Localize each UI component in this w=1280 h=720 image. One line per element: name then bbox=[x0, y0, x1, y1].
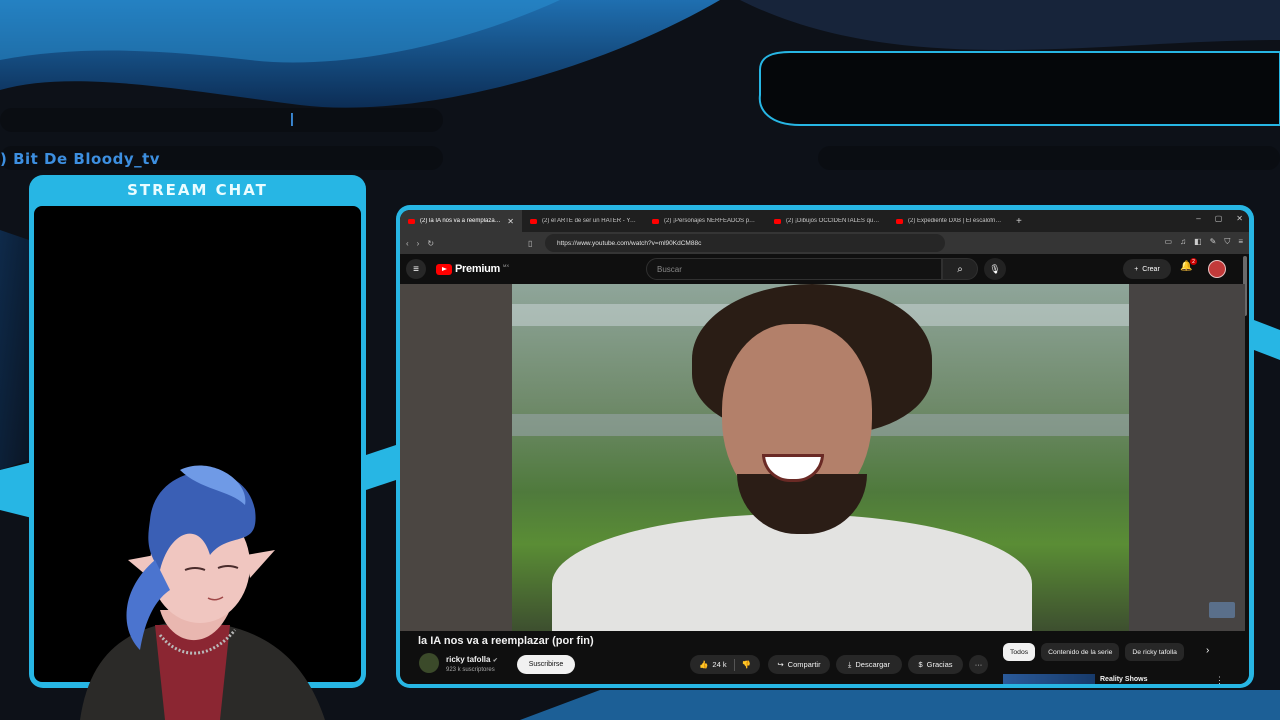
video-title: la IA nos va a reemplazar (por fin) bbox=[418, 635, 594, 647]
tab-label: (2) Expediente DXB | El escalofriante… bbox=[908, 218, 1002, 224]
sidebar-icon[interactable]: ◧ bbox=[1194, 237, 1202, 247]
url-field[interactable]: https://www.youtube.com/watch?v=ml90KdCM… bbox=[545, 234, 945, 252]
screen-capture-frame: (2) la IA nos va a reemplazar (… ✕ (2) e… bbox=[396, 205, 1254, 688]
browser-tab[interactable]: (2) Expediente DXB | El escalofriante… bbox=[888, 210, 1010, 232]
menu-icon[interactable]: ≡ bbox=[1238, 237, 1243, 247]
like-count[interactable]: 24 k bbox=[712, 660, 726, 669]
divider bbox=[733, 658, 735, 671]
search-input[interactable]: Buscar bbox=[646, 258, 942, 280]
like-icon[interactable]: 👍 bbox=[699, 660, 708, 669]
share-label: Compartir bbox=[787, 660, 821, 669]
channel-avatar[interactable] bbox=[419, 653, 439, 673]
create-label: Crear bbox=[1142, 265, 1160, 273]
tab-label: (2) ¡Dibujos OCCIDENTALES que se c… bbox=[786, 218, 880, 224]
extension-icons: ▭ ♫ ◧ ✎ ⛉ ≡ bbox=[1165, 237, 1244, 247]
download-label: Descargar bbox=[855, 660, 890, 669]
stream-overlay: | ) Bit De Bloody_tv STREAM CHAT (2) la … bbox=[0, 0, 1280, 720]
like-dislike-group: 👍 24 k 👎 bbox=[690, 655, 760, 674]
youtube-premium-logo[interactable]: Premium MX bbox=[436, 263, 509, 275]
download-button[interactable]: ⤓ Descargar bbox=[836, 655, 902, 674]
user-avatar[interactable] bbox=[1208, 260, 1226, 278]
tab-label: (2) el ARTE de ser un HATER - YouTube bbox=[542, 218, 636, 224]
guide-menu-icon[interactable]: ≡ bbox=[406, 259, 426, 279]
logo-text: Premium bbox=[455, 263, 500, 275]
stream-chat-title: STREAM CHAT bbox=[127, 181, 268, 199]
download-icon: ⤓ bbox=[848, 659, 852, 669]
youtube-favicon-icon bbox=[774, 218, 781, 224]
video-player[interactable] bbox=[400, 284, 1245, 631]
plus-icon: + bbox=[1134, 265, 1139, 273]
browser-window: (2) la IA nos va a reemplazar (… ✕ (2) e… bbox=[400, 210, 1249, 684]
chip-series-content[interactable]: Contenido de la serie bbox=[1041, 643, 1120, 661]
create-button[interactable]: + Crear bbox=[1123, 259, 1171, 279]
channel-name[interactable]: ricky tafolla ✔ bbox=[446, 655, 498, 664]
minimize-icon[interactable]: – bbox=[1196, 214, 1200, 223]
bookmark-icon[interactable]: ▯ bbox=[528, 239, 532, 248]
new-tab-button[interactable]: + bbox=[1010, 216, 1028, 227]
browser-tab[interactable]: (2) ¡Personajes NERFEADOS por "el b… bbox=[644, 210, 766, 232]
channel-watermark[interactable] bbox=[1209, 602, 1235, 618]
youtube-header: ≡ Premium MX Buscar ⌕ 🎙 + Crear 🔔 2 bbox=[400, 254, 1249, 284]
extensions-icon[interactable]: ✎ bbox=[1210, 237, 1217, 247]
share-button[interactable]: ↪ Compartir bbox=[768, 655, 830, 674]
top-bar-marker: | bbox=[290, 110, 294, 126]
player-pillarbox-right bbox=[1129, 284, 1245, 631]
maximize-icon[interactable]: ▢ bbox=[1215, 214, 1223, 223]
address-toolbar: ‹ › ↻ ▯ https://www.youtube.com/watch?v=… bbox=[400, 232, 1249, 254]
notification-badge: 2 bbox=[1190, 258, 1197, 265]
player-pillarbox-left bbox=[400, 284, 512, 631]
shield-icon[interactable]: ⛉ bbox=[1224, 237, 1230, 247]
share-icon: ↪ bbox=[777, 660, 784, 669]
browser-tab[interactable]: (2) el ARTE de ser un HATER - YouTube bbox=[522, 210, 644, 232]
music-icon[interactable]: ♫ bbox=[1180, 237, 1186, 247]
right-bar bbox=[818, 146, 1280, 170]
more-vert-icon[interactable]: ⋮ bbox=[1215, 675, 1224, 684]
thanks-button[interactable]: $ Gracias bbox=[908, 655, 963, 674]
youtube-favicon-icon bbox=[408, 218, 415, 224]
forward-icon[interactable]: › bbox=[417, 239, 420, 248]
search-icon[interactable]: ⌕ bbox=[942, 258, 978, 280]
recommended-thumbnail[interactable] bbox=[1003, 674, 1095, 684]
video-details: la IA nos va a reemplazar (por fin) rick… bbox=[400, 631, 1249, 684]
tab-label: (2) ¡Personajes NERFEADOS por "el b… bbox=[664, 218, 758, 224]
youtube-favicon-icon bbox=[896, 218, 903, 224]
screenshot-icon[interactable]: ▭ bbox=[1165, 237, 1173, 247]
region-label: MX bbox=[502, 262, 509, 268]
thanks-icon: $ bbox=[918, 660, 923, 669]
recommendation-chips: Todos Contenido de la serie De ricky taf… bbox=[1003, 643, 1184, 661]
chip-from-channel[interactable]: De ricky tafolla bbox=[1125, 643, 1184, 661]
tab-label: (2) la IA nos va a reemplazar (… bbox=[420, 218, 503, 224]
youtube-favicon-icon bbox=[530, 218, 537, 224]
browser-tab[interactable]: (2) ¡Dibujos OCCIDENTALES que se c… bbox=[766, 210, 888, 232]
close-window-icon[interactable]: ✕ bbox=[1236, 214, 1243, 223]
dislike-icon[interactable]: 👎 bbox=[742, 660, 751, 669]
close-tab-icon[interactable]: ✕ bbox=[507, 217, 514, 226]
vtuber-avatar bbox=[80, 465, 325, 720]
youtube-favicon-icon bbox=[652, 218, 659, 224]
browser-tab[interactable]: (2) la IA nos va a reemplazar (… ✕ bbox=[400, 210, 522, 232]
window-controls: – ▢ ✕ bbox=[1196, 214, 1243, 223]
chip-todos[interactable]: Todos bbox=[1003, 643, 1036, 661]
channel-name-text: ricky tafolla bbox=[446, 655, 491, 664]
video-frame[interactable] bbox=[512, 284, 1129, 631]
streamer-name: ) Bit De Bloody_tv bbox=[0, 150, 161, 168]
top-left-bar bbox=[0, 108, 443, 132]
subscribe-button[interactable]: Suscribirse bbox=[517, 655, 575, 674]
microphone-icon[interactable]: 🎙 bbox=[984, 258, 1006, 280]
chevron-right-icon[interactable]: › bbox=[1206, 645, 1209, 656]
recommended-title[interactable]: Reality Shows bbox=[1100, 676, 1147, 683]
more-actions-button[interactable]: ··· bbox=[969, 655, 988, 674]
thanks-label: Gracias bbox=[926, 660, 953, 669]
youtube-play-icon bbox=[436, 263, 452, 275]
subscriber-count: 923 k suscriptores bbox=[446, 667, 495, 673]
browser-tab-strip: (2) la IA nos va a reemplazar (… ✕ (2) e… bbox=[400, 210, 1249, 232]
reload-icon[interactable]: ↻ bbox=[427, 239, 434, 248]
verified-check-icon: ✔ bbox=[492, 658, 498, 664]
back-icon[interactable]: ‹ bbox=[406, 239, 409, 248]
